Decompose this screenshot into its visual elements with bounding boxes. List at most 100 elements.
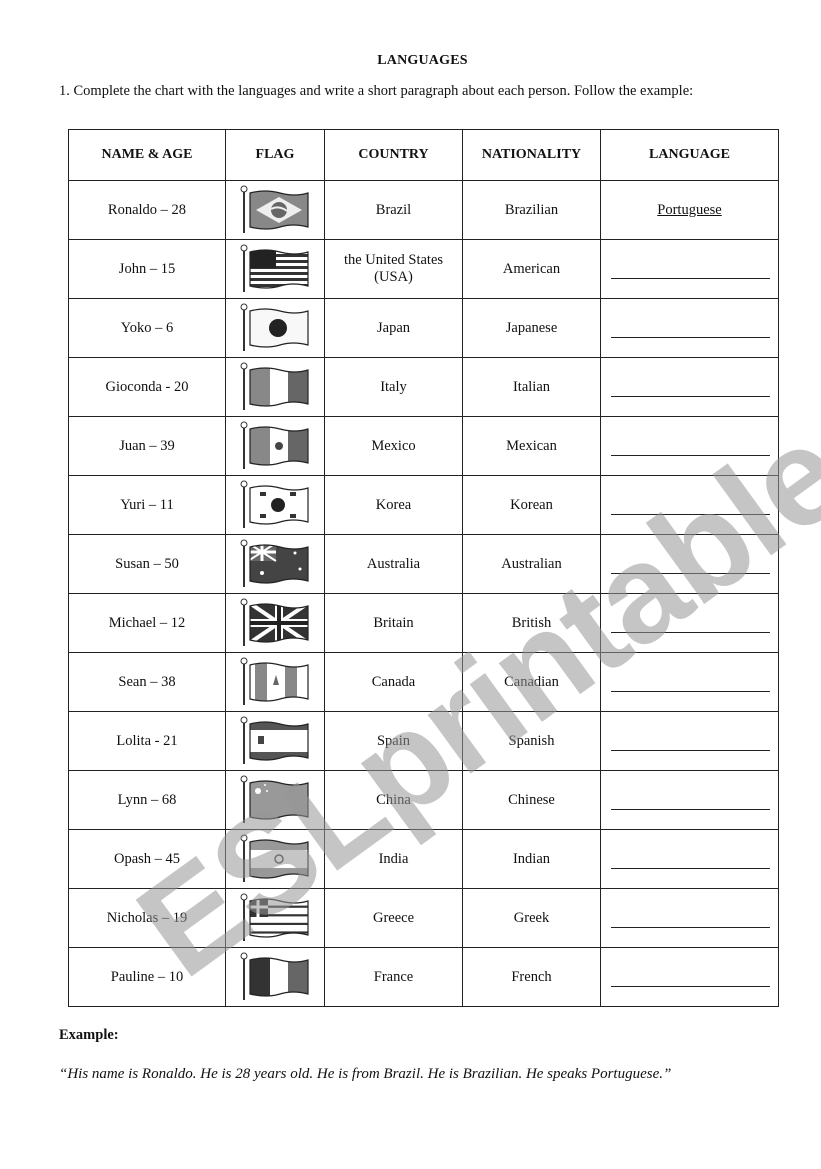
- name-age-cell: Opash – 45: [68, 829, 226, 889]
- country-cell: Spain: [324, 711, 463, 771]
- language-blank[interactable]: [611, 454, 770, 456]
- table-row: Ronaldo – 28 Brazil Brazilian Portuguese: [68, 180, 779, 240]
- language-answer: Portuguese: [657, 201, 722, 218]
- language-cell: [600, 829, 779, 889]
- table-row: Yuri – 11 Korea Korean: [68, 475, 779, 535]
- britain-flag-icon: [240, 598, 310, 646]
- table-row: Lynn – 68 China Chinese: [68, 770, 779, 830]
- language-cell: [600, 947, 779, 1007]
- flag-cell: [225, 416, 325, 476]
- name-age-cell: Ronaldo – 28: [68, 180, 226, 240]
- name-age-cell: John – 15: [68, 239, 226, 299]
- flag-cell: [225, 534, 325, 594]
- table-row: Pauline – 10 France French: [68, 947, 779, 1007]
- language-cell: [600, 298, 779, 358]
- language-cell: [600, 475, 779, 535]
- country-cell: Britain: [324, 593, 463, 653]
- language-cell: [600, 711, 779, 771]
- language-cell: [600, 357, 779, 417]
- nationality-cell: British: [462, 593, 601, 653]
- usa-flag-icon: [240, 244, 310, 292]
- country-cell: Australia: [324, 534, 463, 594]
- language-blank[interactable]: [611, 867, 770, 869]
- nationality-cell: French: [462, 947, 601, 1007]
- flag-cell: [225, 888, 325, 948]
- china-flag-icon: [240, 775, 310, 823]
- flag-cell: [225, 947, 325, 1007]
- instructions: 1. Complete the chart with the languages…: [59, 83, 694, 99]
- name-age-cell: Nicholas – 19: [68, 888, 226, 948]
- language-blank[interactable]: [611, 277, 770, 279]
- language-blank[interactable]: [611, 572, 770, 574]
- table-row: Sean – 38 Canada Canadian: [68, 652, 779, 712]
- name-age-cell: Gioconda - 20: [68, 357, 226, 417]
- france-flag-icon: [240, 952, 310, 1000]
- nationality-cell: American: [462, 239, 601, 299]
- nationality-cell: Canadian: [462, 652, 601, 712]
- nationality-cell: Australian: [462, 534, 601, 594]
- country-cell: the United States (USA): [324, 239, 463, 299]
- nationality-cell: Mexican: [462, 416, 601, 476]
- country-cell: Mexico: [324, 416, 463, 476]
- name-age-cell: Pauline – 10: [68, 947, 226, 1007]
- language-blank[interactable]: [611, 690, 770, 692]
- name-age-cell: Lynn – 68: [68, 770, 226, 830]
- country-cell: Brazil: [324, 180, 463, 240]
- header-name-age: NAME & AGE: [68, 129, 226, 181]
- name-age-cell: Yuri – 11: [68, 475, 226, 535]
- language-cell: [600, 416, 779, 476]
- language-cell: [600, 239, 779, 299]
- country-cell: Korea: [324, 475, 463, 535]
- language-blank[interactable]: [611, 749, 770, 751]
- table-row: Susan – 50 Australia Australian: [68, 534, 779, 594]
- header-nationality: NATIONALITY: [462, 129, 601, 181]
- japan-flag-icon: [240, 303, 310, 351]
- name-age-cell: Lolita - 21: [68, 711, 226, 771]
- language-blank[interactable]: [611, 808, 770, 810]
- brazil-flag-icon: [240, 185, 310, 233]
- country-cell: India: [324, 829, 463, 889]
- italy-flag-icon: [240, 362, 310, 410]
- language-blank[interactable]: [611, 513, 770, 515]
- table-row: Yoko – 6 Japan Japanese: [68, 298, 779, 358]
- language-cell: [600, 652, 779, 712]
- flag-cell: [225, 475, 325, 535]
- page-title: LANGUAGES: [377, 53, 468, 68]
- flag-cell: [225, 829, 325, 889]
- spain-flag-icon: [240, 716, 310, 764]
- flag-cell: [225, 652, 325, 712]
- name-age-cell: Michael – 12: [68, 593, 226, 653]
- nationality-cell: Greek: [462, 888, 601, 948]
- india-flag-icon: [240, 834, 310, 882]
- language-cell: [600, 770, 779, 830]
- language-blank[interactable]: [611, 631, 770, 633]
- flag-cell: [225, 711, 325, 771]
- languages-chart: NAME & AGE FLAG COUNTRY NATIONALITY LANG…: [68, 129, 779, 1007]
- table-row: Juan – 39 Mexico Mexican: [68, 416, 779, 476]
- header-flag: FLAG: [225, 129, 325, 181]
- table-row: Lolita - 21 Spain Spanish: [68, 711, 779, 771]
- country-cell: China: [324, 770, 463, 830]
- flag-cell: [225, 239, 325, 299]
- language-blank[interactable]: [611, 395, 770, 397]
- flag-cell: [225, 357, 325, 417]
- table-row: John – 15 the United States (USA) American: [68, 239, 779, 299]
- table-row: Michael – 12 Britain British: [68, 593, 779, 653]
- nationality-cell: Japanese: [462, 298, 601, 358]
- nationality-cell: Indian: [462, 829, 601, 889]
- name-age-cell: Sean – 38: [68, 652, 226, 712]
- flag-cell: [225, 180, 325, 240]
- flag-cell: [225, 298, 325, 358]
- country-cell: France: [324, 947, 463, 1007]
- canada-flag-icon: [240, 657, 310, 705]
- language-blank[interactable]: [611, 336, 770, 338]
- flag-cell: [225, 593, 325, 653]
- nationality-cell: Brazilian: [462, 180, 601, 240]
- nationality-cell: Italian: [462, 357, 601, 417]
- language-blank[interactable]: [611, 985, 770, 987]
- australia-flag-icon: [240, 539, 310, 587]
- name-age-cell: Susan – 50: [68, 534, 226, 594]
- language-blank[interactable]: [611, 926, 770, 928]
- header-row: NAME & AGE FLAG COUNTRY NATIONALITY LANG…: [68, 129, 779, 181]
- country-cell: Japan: [324, 298, 463, 358]
